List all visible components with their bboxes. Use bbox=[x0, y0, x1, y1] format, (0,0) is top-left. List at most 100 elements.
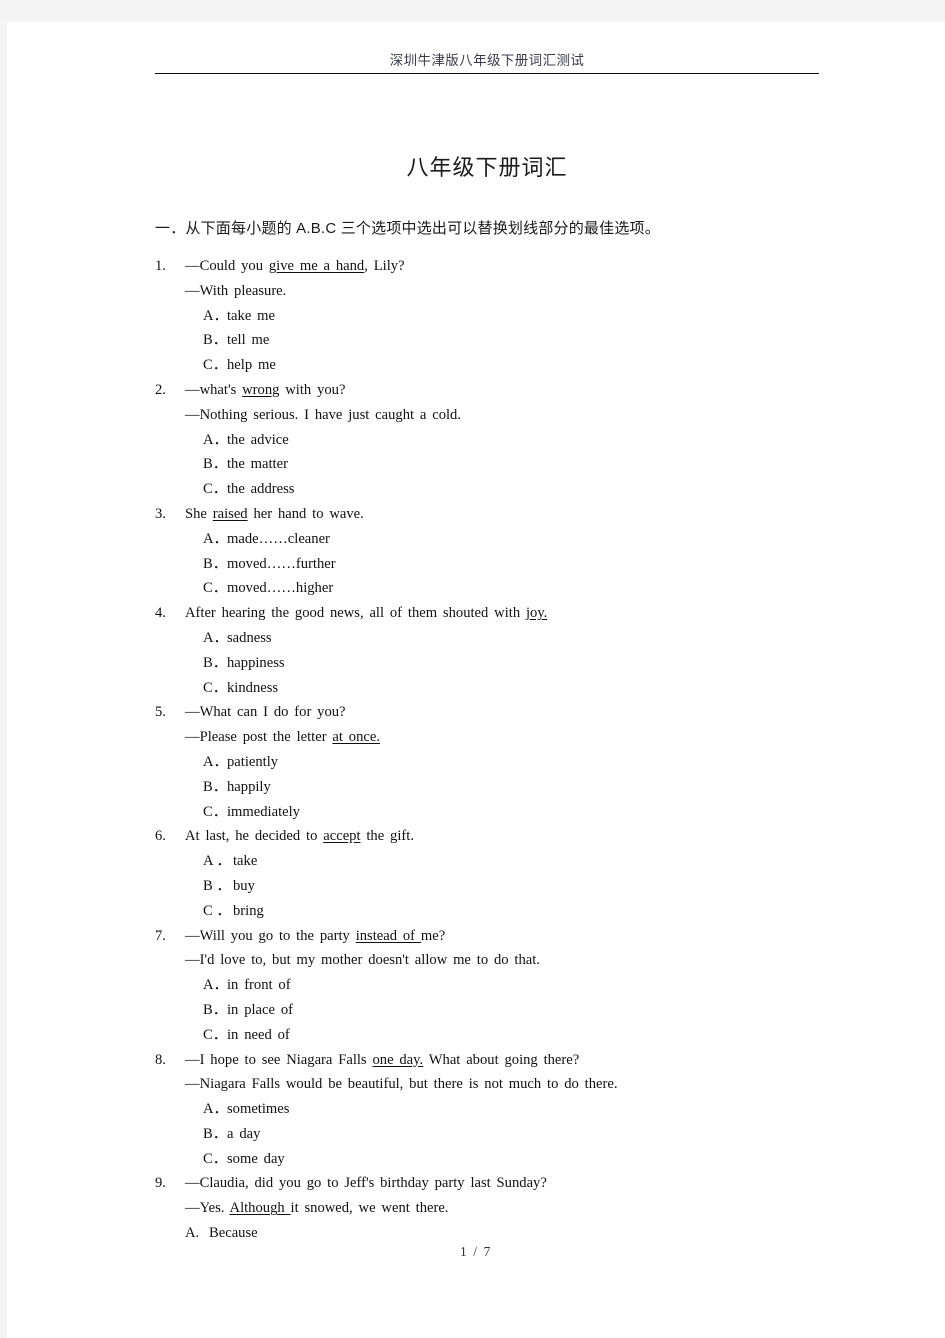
question-line: 3. She raised her hand to wave. bbox=[155, 502, 895, 527]
page-header: 深圳牛津版八年级下册词汇测试 bbox=[155, 52, 819, 74]
option-letter: A ． bbox=[203, 853, 231, 870]
question-text: She raised her hand to wave. bbox=[185, 505, 364, 522]
answer-option[interactable]: C ． bring bbox=[155, 899, 895, 924]
question-text: —Niagara Falls would be beautiful, but t… bbox=[185, 1076, 618, 1093]
option-letter: A． bbox=[203, 1101, 229, 1118]
answer-option[interactable]: A． sadness bbox=[155, 626, 895, 651]
question-text: —Please post the letter at once. bbox=[185, 729, 380, 746]
answer-option[interactable]: A． made……cleaner bbox=[155, 527, 895, 552]
answer-option[interactable]: B． in place of bbox=[155, 998, 895, 1023]
answer-option[interactable]: C． help me bbox=[155, 353, 895, 378]
question-item: 5. —What can I do for you? —Please post th… bbox=[155, 700, 895, 824]
option-text: kindness bbox=[227, 679, 279, 696]
answer-option[interactable]: B． tell me bbox=[155, 328, 895, 353]
answer-option[interactable]: B． a day bbox=[155, 1122, 895, 1147]
option-letter: A． bbox=[203, 307, 229, 324]
underlined-phrase: instead of bbox=[355, 927, 421, 944]
option-letter: A． bbox=[203, 977, 229, 994]
underlined-phrase: wrong bbox=[242, 381, 280, 398]
option-letter: A. bbox=[185, 1225, 200, 1242]
option-letter: C ． bbox=[203, 902, 231, 919]
option-text: bring bbox=[233, 902, 264, 919]
option-text: a day bbox=[227, 1125, 261, 1142]
question-line: 8. —I hope to see Niagara Falls one day. … bbox=[155, 1048, 895, 1073]
answer-option[interactable]: C． in need of bbox=[155, 1023, 895, 1048]
option-text: the matter bbox=[227, 456, 288, 473]
page-header-title: 深圳牛津版八年级下册词汇测试 bbox=[389, 53, 585, 68]
question-text: —Could you give me a hand, Lily? bbox=[185, 258, 405, 274]
question-line: —Niagara Falls would be beautiful, but t… bbox=[155, 1072, 895, 1097]
question-line: 7. —Will you go to the party instead of m… bbox=[155, 924, 895, 949]
question-text: After hearing the good news, all of them… bbox=[185, 605, 548, 622]
option-letter: B． bbox=[203, 456, 228, 473]
question-line: —With pleasure. bbox=[155, 279, 895, 304]
answer-option[interactable]: A． the advice bbox=[155, 428, 895, 453]
answer-option[interactable]: C． the address bbox=[155, 477, 895, 502]
answer-option[interactable]: B ． buy bbox=[155, 874, 895, 899]
option-text: happily bbox=[227, 778, 271, 795]
option-text: moved……higher bbox=[227, 580, 334, 597]
answer-option[interactable]: B． happiness bbox=[155, 651, 895, 676]
question-number: 7. bbox=[155, 927, 166, 944]
answer-option[interactable]: B． moved……further bbox=[155, 552, 895, 577]
option-text: sadness bbox=[227, 629, 272, 646]
option-text: take bbox=[233, 853, 258, 870]
answer-option[interactable]: A． sometimes bbox=[155, 1097, 895, 1122]
answer-option[interactable]: A． take me bbox=[155, 304, 895, 329]
question-item: 1. —Could you give me a hand, Lily? —With … bbox=[155, 254, 895, 378]
answer-option[interactable]: B． the matter bbox=[155, 452, 895, 477]
question-number: 6. bbox=[155, 828, 166, 845]
document-page: 深圳牛津版八年级下册词汇测试 八年级下册词汇 一．从下面每小题的 A.B.C 三… bbox=[7, 22, 945, 1338]
answer-option[interactable]: C． immediately bbox=[155, 800, 895, 825]
option-text: immediately bbox=[227, 803, 300, 820]
answer-option[interactable]: C． some day bbox=[155, 1147, 895, 1172]
question-line: 1. —Could you give me a hand, Lily? bbox=[155, 254, 895, 279]
option-letter: B． bbox=[203, 332, 228, 349]
underlined-phrase: joy. bbox=[525, 605, 548, 622]
underlined-phrase: raised bbox=[212, 505, 248, 522]
section-instruction: 一．从下面每小题的 A.B.C 三个选项中选出可以替换划线部分的最佳选项。 bbox=[155, 220, 660, 237]
option-text: in place of bbox=[227, 1001, 293, 1018]
answer-option[interactable]: A． patiently bbox=[155, 750, 895, 775]
page-title: 八年级下册词汇 bbox=[406, 155, 568, 180]
question-line: —I'd love to, but my mother doesn't allo… bbox=[155, 948, 895, 973]
answer-option[interactable]: A． in front of bbox=[155, 973, 895, 998]
option-text: Because bbox=[209, 1225, 258, 1242]
question-line: 5. —What can I do for you? bbox=[155, 700, 895, 725]
option-letter: C． bbox=[203, 481, 228, 498]
option-text: the address bbox=[227, 481, 295, 498]
answer-option[interactable]: A. Because bbox=[155, 1221, 895, 1246]
underlined-phrase: one day. bbox=[372, 1051, 424, 1068]
option-text: patiently bbox=[227, 753, 279, 770]
answer-option[interactable]: B． happily bbox=[155, 775, 895, 800]
question-line: 9. —Claudia, did you go to Jeff's birthda… bbox=[155, 1171, 895, 1196]
option-letter: C． bbox=[203, 1026, 228, 1043]
option-letter: C． bbox=[203, 679, 228, 696]
question-text: —I hope to see Niagara Falls one day. Wh… bbox=[185, 1051, 580, 1068]
question-line: —Nothing serious. I have just caught a c… bbox=[155, 403, 895, 428]
option-letter: B． bbox=[203, 654, 228, 671]
option-letter: B． bbox=[203, 1125, 228, 1142]
answer-option[interactable]: C． kindness bbox=[155, 676, 895, 701]
option-text: some day bbox=[227, 1150, 285, 1167]
answer-option[interactable]: A ． take bbox=[155, 849, 895, 874]
option-letter: B ． bbox=[203, 877, 231, 894]
question-item: 3. She raised her hand to wave. A． made……cl… bbox=[155, 502, 895, 601]
question-text: —I'd love to, but my mother doesn't allo… bbox=[185, 952, 540, 969]
question-number: 8. bbox=[155, 1051, 166, 1068]
answer-option[interactable]: C． moved……higher bbox=[155, 576, 895, 601]
option-letter: A． bbox=[203, 753, 229, 770]
underlined-phrase: accept bbox=[323, 828, 361, 845]
page-footer: 1 / 7 bbox=[459, 1244, 492, 1259]
question-line: 4. After hearing the good news, all of th… bbox=[155, 601, 895, 626]
underlined-phrase: at once. bbox=[332, 729, 380, 746]
question-text: —Will you go to the party instead of me? bbox=[185, 927, 446, 944]
question-item: 9. —Claudia, did you go to Jeff's birthda… bbox=[155, 1171, 895, 1245]
question-text: —Nothing serious. I have just caught a c… bbox=[185, 406, 462, 423]
question-text: —With pleasure. bbox=[185, 282, 287, 299]
question-text: —what's wrong with you? bbox=[185, 381, 346, 398]
option-letter: C． bbox=[203, 580, 228, 597]
question-text: —Claudia, did you go to Jeff's birthday … bbox=[185, 1175, 547, 1192]
option-letter: B． bbox=[203, 778, 228, 795]
question-text: At last, he decided to accept the gift. bbox=[185, 828, 414, 845]
